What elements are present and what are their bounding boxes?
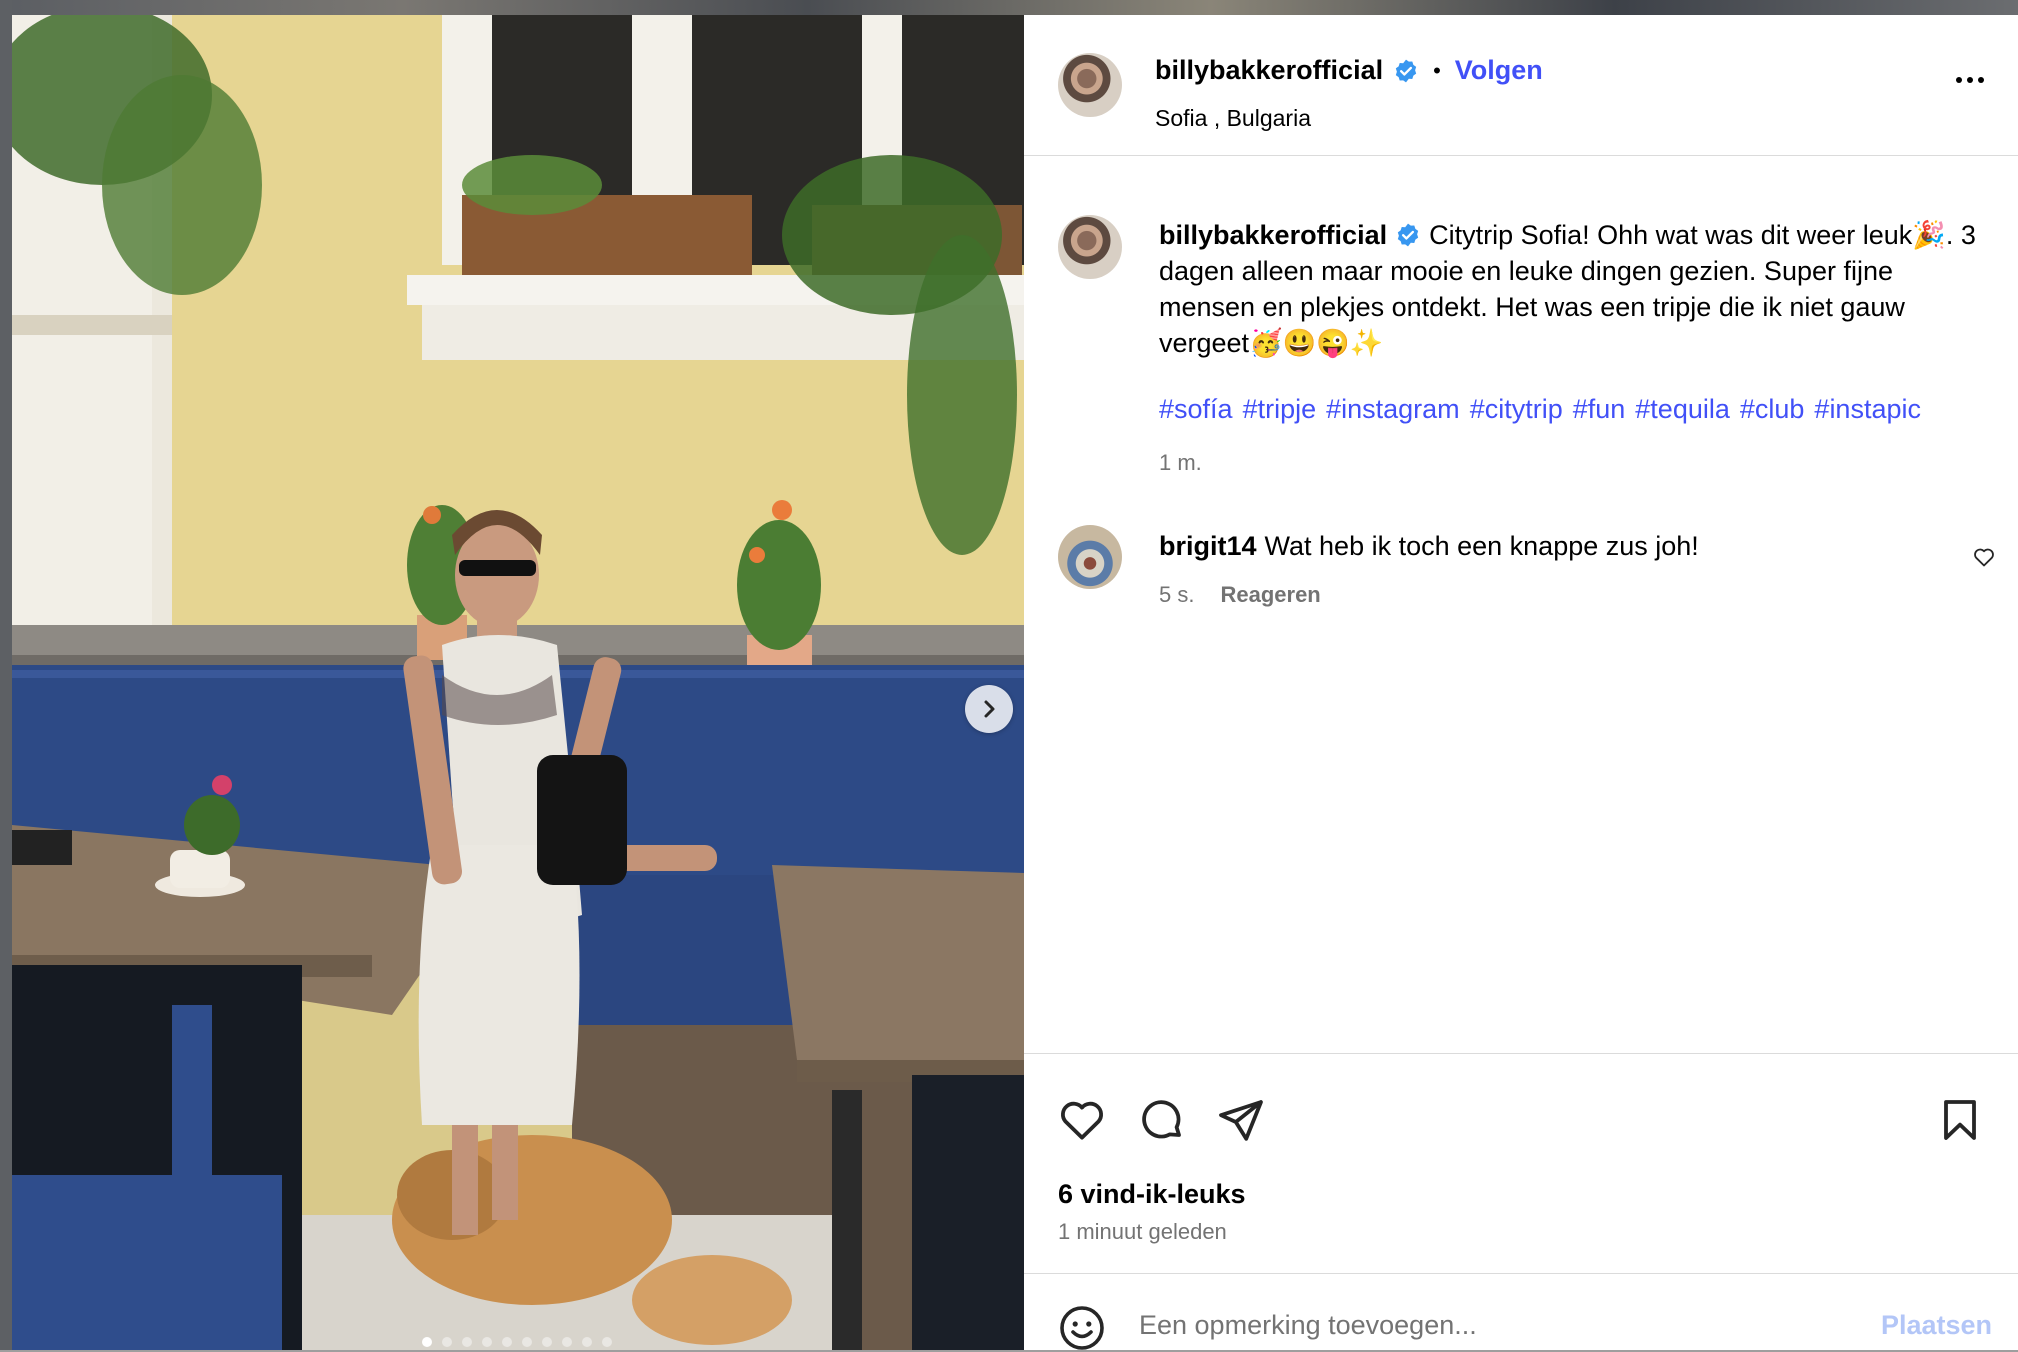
carousel-dot (602, 1337, 612, 1347)
speech-bubble-icon[interactable] (1138, 1096, 1186, 1144)
backdrop-left (0, 0, 12, 1350)
carousel-dot (462, 1337, 472, 1347)
comment-text: brigit14 Wat heb ik toch een knappe zus j… (1159, 531, 1699, 562)
smiley-icon[interactable] (1058, 1304, 1106, 1352)
hashtag-list: #sofía #tripje #instagram #citytrip #fun… (1159, 394, 1999, 425)
hashtag-link[interactable]: #tripje (1243, 394, 1317, 425)
hashtag-link[interactable]: #instapic (1814, 394, 1921, 425)
heart-icon[interactable] (1972, 545, 1996, 569)
verified-badge-icon (1395, 59, 1417, 82)
heart-icon[interactable] (1058, 1096, 1106, 1144)
post-side-panel: billybakkerofficial • Volgen Sofia , Bul… (1024, 15, 2018, 1351)
carousel-dot (502, 1337, 512, 1347)
carousel-dot (582, 1337, 592, 1347)
paper-plane-icon[interactable] (1217, 1096, 1265, 1144)
chevron-right-icon (984, 700, 995, 718)
post-comment-button[interactable]: Plaatsen (1881, 1310, 1992, 1341)
post-actions: 6 vind-ik-leuks 1 minuut geleden (1024, 1053, 2018, 1274)
caption-text: billybakkerofficial Citytrip Sofia! Ohh … (1159, 217, 1979, 361)
hashtag-link[interactable]: #fun (1573, 394, 1626, 425)
carousel-dot-active (422, 1337, 432, 1347)
caption-time[interactable]: 1 m. (1159, 450, 1202, 476)
post-header: billybakkerofficial • Volgen Sofia , Bul… (1024, 15, 2018, 156)
hashtag-link[interactable]: #tequila (1635, 394, 1730, 425)
comment-item: brigit14 Wat heb ik toch een knappe zus j… (1024, 523, 2018, 623)
reply-button[interactable]: Reageren (1220, 582, 1320, 608)
author-avatar[interactable] (1058, 53, 1122, 117)
carousel-dot (482, 1337, 492, 1347)
carousel-dot (562, 1337, 572, 1347)
verified-badge-icon (1397, 223, 1419, 247)
comment-time[interactable]: 5 s. (1159, 582, 1194, 608)
more-options-button[interactable] (1956, 77, 1984, 83)
post-photo-image (12, 15, 1024, 1350)
carousel-dot (442, 1337, 452, 1347)
comment-meta: 5 s. Reageren (1159, 582, 1321, 608)
carousel-dot (542, 1337, 552, 1347)
author-line: billybakkerofficial • Volgen (1155, 55, 1543, 86)
follow-button[interactable]: Volgen (1455, 55, 1543, 86)
carousel-next-button[interactable] (965, 685, 1013, 733)
carousel-dots (422, 1337, 612, 1347)
post-location[interactable]: Sofia , Bulgaria (1155, 105, 1311, 132)
hashtag-link[interactable]: #club (1740, 394, 1805, 425)
post-photo (12, 15, 1024, 1350)
author-username[interactable]: billybakkerofficial (1155, 55, 1383, 86)
backdrop (0, 0, 2018, 15)
like-count[interactable]: 6 vind-ik-leuks (1058, 1179, 1246, 1210)
hashtag-link[interactable]: #sofía (1159, 394, 1233, 425)
post-timestamp: 1 minuut geleden (1058, 1219, 1227, 1244)
more-horizontal-icon (1956, 77, 1962, 83)
hashtag-link[interactable]: #instagram (1326, 394, 1460, 425)
hashtag-link[interactable]: #citytrip (1470, 394, 1563, 425)
carousel-dot (522, 1337, 532, 1347)
caption-username[interactable]: billybakkerofficial (1159, 220, 1387, 250)
separator-dot: • (1433, 57, 1441, 83)
comment-body: Wat heb ik toch een knappe zus joh! (1264, 531, 1699, 561)
caption-avatar[interactable] (1058, 215, 1122, 279)
commenter-username[interactable]: brigit14 (1159, 531, 1257, 561)
comment-input[interactable] (1137, 1299, 1821, 1351)
add-comment-bar: Plaatsen (1024, 1273, 2018, 1351)
bookmark-icon[interactable] (1936, 1096, 1984, 1144)
commenter-avatar[interactable] (1058, 525, 1122, 589)
